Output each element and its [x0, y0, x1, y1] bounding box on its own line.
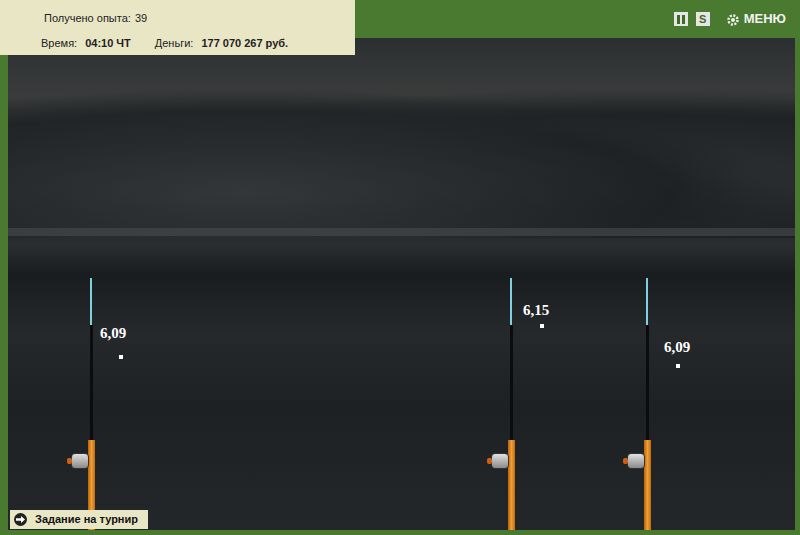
experience-row: Получено опыта:39	[44, 10, 347, 27]
float-marker[interactable]	[540, 324, 544, 328]
lake-scene: 6,09 6,15 6,09 Задание на турнир	[8, 38, 795, 530]
fishing-rod[interactable]	[643, 278, 651, 530]
experience-value: 39	[135, 10, 147, 27]
game-screen: Получено опыта:39 Время: 04:10 ЧТ Деньги: 17…	[0, 0, 800, 535]
arrow-icon	[14, 513, 27, 526]
shore	[8, 228, 795, 236]
time-value: 04:10 ЧТ	[85, 35, 131, 52]
rod-blank	[646, 325, 649, 440]
rod-tip	[90, 278, 92, 325]
depth-reading: 6,09	[664, 336, 690, 359]
float-marker[interactable]	[676, 364, 680, 368]
money-value: 177 070 267 руб.	[201, 35, 288, 52]
fishing-rod[interactable]	[507, 278, 515, 530]
experience-label: Получено опыта:	[44, 10, 131, 27]
reel-icon	[491, 453, 509, 469]
rod-blank	[510, 325, 513, 440]
rod-handle	[508, 440, 515, 530]
depth-reading: 6,15	[523, 299, 549, 322]
menu-label[interactable]: МЕНЮ	[744, 9, 786, 29]
task-label[interactable]: Задание на турнир	[35, 511, 138, 528]
sound-button[interactable]: S	[696, 12, 710, 26]
tree-line	[8, 88, 795, 238]
rod-handle	[644, 440, 651, 530]
float-marker[interactable]	[119, 355, 123, 359]
status-row: Время: 04:10 ЧТ Деньги: 177 070 267 руб.	[41, 35, 347, 52]
depth-reading: 6,09	[100, 322, 126, 345]
rod-blank	[90, 325, 93, 440]
menu-button[interactable]: МЕНЮ	[726, 9, 786, 29]
reel-icon	[627, 453, 645, 469]
info-panel: Получено опыта:39 Время: 04:10 ЧТ Деньги: 17…	[0, 0, 355, 55]
reel-icon	[71, 453, 89, 469]
rod-tip	[646, 278, 648, 325]
fishing-rod[interactable]	[87, 278, 95, 530]
pause-icon[interactable]	[674, 12, 688, 26]
money-label: Деньги:	[155, 35, 194, 52]
rod-tip	[510, 278, 512, 325]
task-button[interactable]: Задание на турнир	[10, 510, 148, 529]
gear-icon	[726, 9, 740, 29]
time-label: Время:	[41, 35, 77, 52]
